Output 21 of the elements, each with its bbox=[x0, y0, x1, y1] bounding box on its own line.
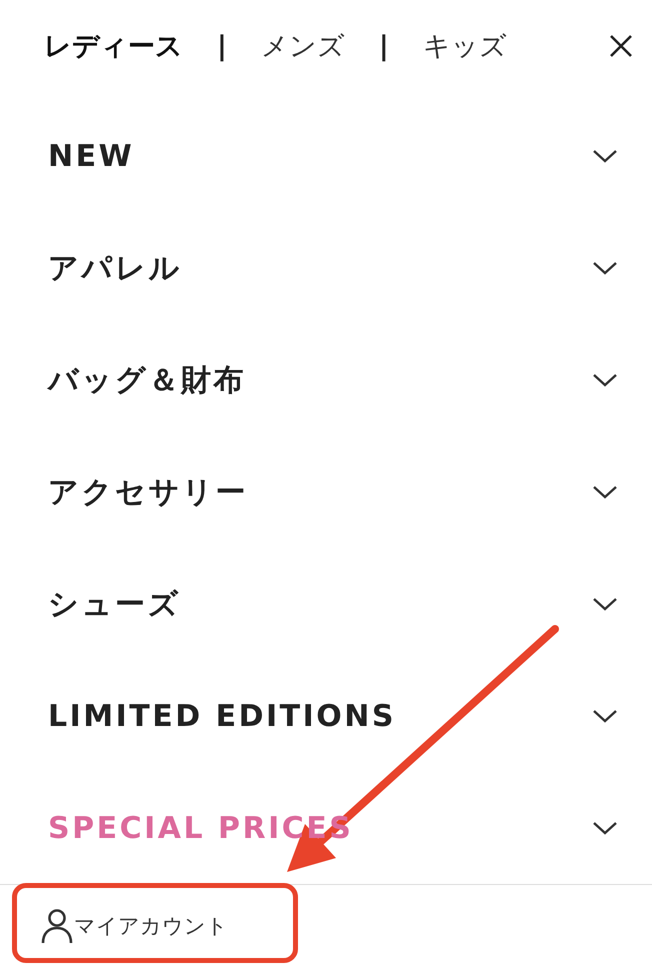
menu-item[interactable]: アクセサリー bbox=[48, 472, 592, 512]
menu-item[interactable]: バッグ＆財布 bbox=[48, 360, 592, 400]
person-icon[interactable] bbox=[40, 908, 74, 944]
chevron-icon[interactable] bbox=[592, 820, 618, 836]
close-icon[interactable] bbox=[608, 33, 634, 59]
separator: | bbox=[217, 30, 227, 62]
category-tab[interactable]: メンズ bbox=[260, 28, 345, 64]
category-tab[interactable]: キッズ bbox=[422, 28, 507, 64]
my-account-link[interactable]: マイアカウント bbox=[74, 912, 228, 940]
menu-item[interactable]: NEW bbox=[48, 138, 592, 174]
separator: | bbox=[378, 30, 389, 62]
chevron-icon[interactable] bbox=[592, 708, 618, 724]
category-tab[interactable]: レディース bbox=[44, 28, 183, 64]
chevron-icon[interactable] bbox=[592, 484, 618, 500]
chevron-icon[interactable] bbox=[592, 596, 618, 612]
chevron-icon[interactable] bbox=[592, 372, 618, 388]
menu-item[interactable]: シューズ bbox=[48, 584, 592, 624]
chevron-icon[interactable] bbox=[592, 260, 618, 276]
menu-item[interactable]: LIMITED EDITIONS bbox=[48, 698, 592, 734]
chevron-icon[interactable] bbox=[592, 148, 618, 164]
menu-item[interactable]: アパレル bbox=[48, 248, 592, 288]
